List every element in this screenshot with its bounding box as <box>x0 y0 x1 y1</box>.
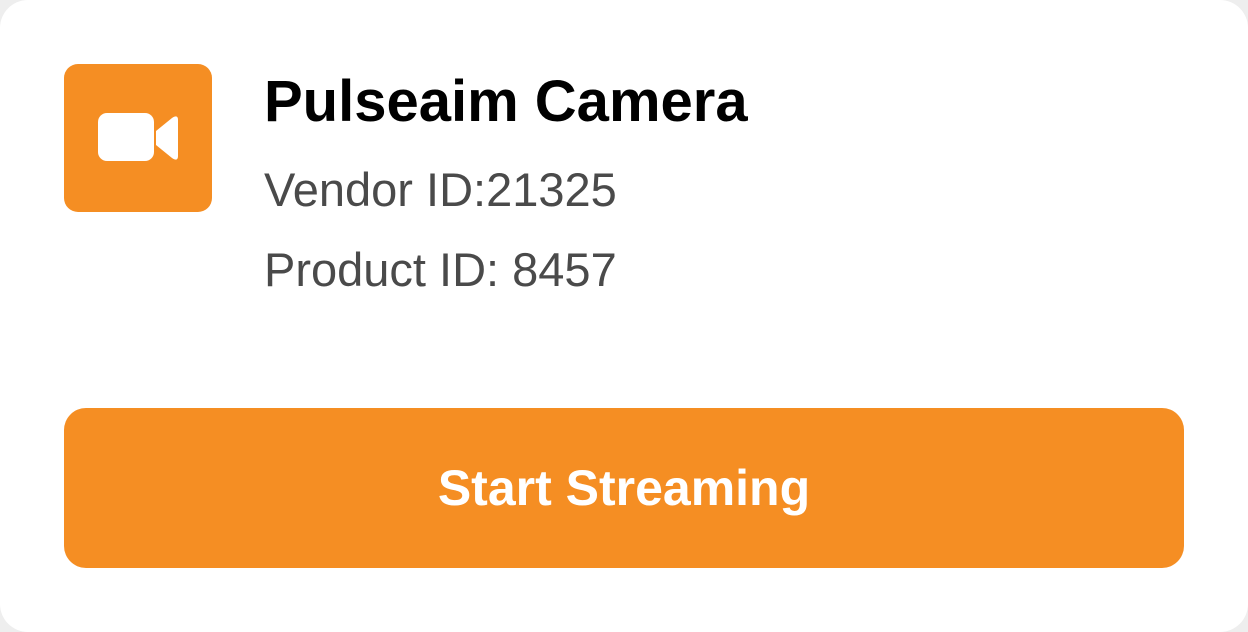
device-icon-tile <box>64 64 212 212</box>
vendor-id: Vendor ID:21325 <box>264 163 617 216</box>
start-streaming-label: Start Streaming <box>437 460 811 516</box>
start-streaming-button[interactable]: Start Streaming <box>64 408 1184 568</box>
device-card: Pulseaim Camera Vendor ID:21325 Product … <box>0 0 1248 632</box>
video-camera-icon <box>98 113 178 161</box>
product-id: Product ID: 8457 <box>264 243 617 296</box>
device-name: Pulseaim Camera <box>264 69 748 134</box>
